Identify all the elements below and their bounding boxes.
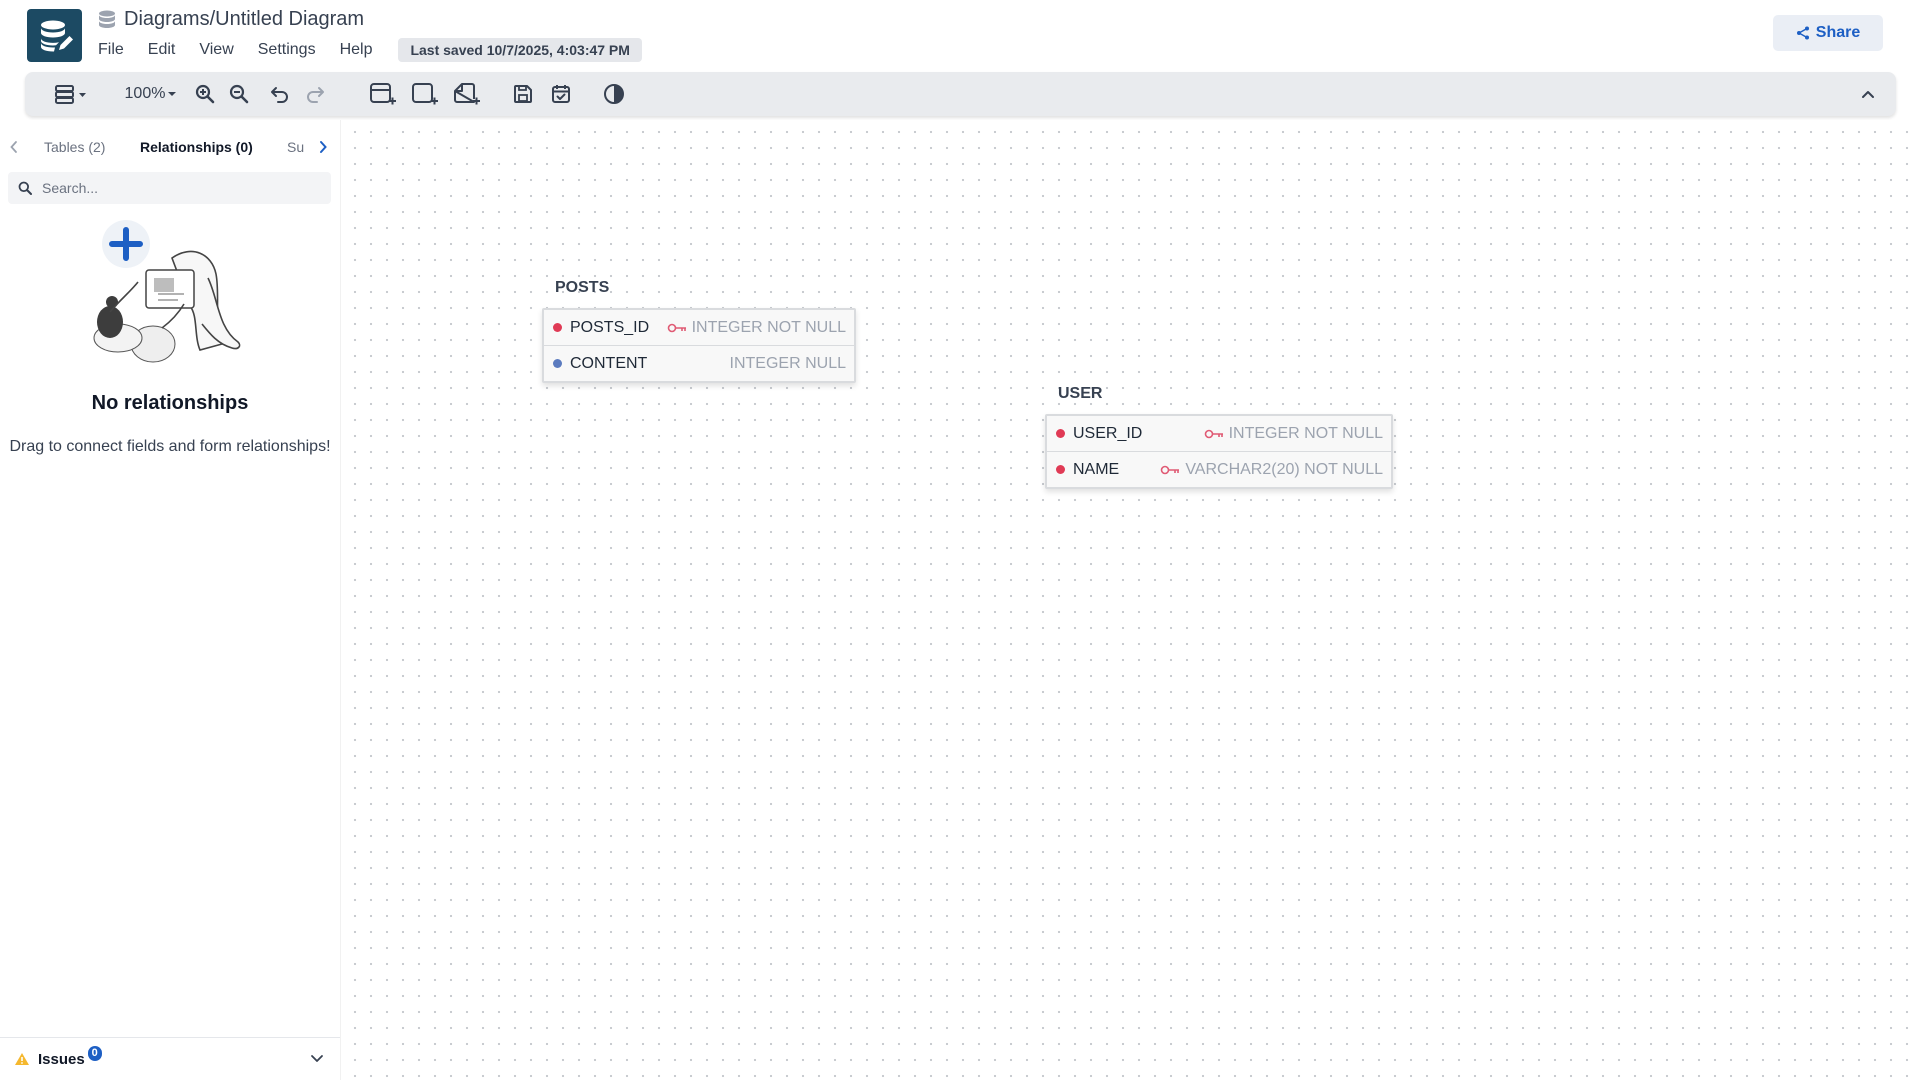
chevron-left-icon — [10, 141, 17, 153]
issues-count-badge: 0 — [87, 1045, 102, 1061]
database-edit-icon — [40, 20, 73, 51]
empty-state-illustration — [93, 220, 241, 363]
field-dot[interactable] — [1056, 465, 1065, 474]
field-name: USER_ID — [1073, 424, 1143, 442]
tab-relationships[interactable]: Relationships (0) — [140, 132, 253, 162]
header: Diagrams/Untitled Diagram File Edit View… — [0, 0, 1920, 70]
tab-subject-areas[interactable]: Su — [287, 132, 304, 162]
table-user[interactable]: USER_ID INTEGER NOT NULL NAME VARCHAR2(2… — [1045, 414, 1393, 489]
page-title[interactable]: Diagrams/Untitled Diagram — [124, 8, 364, 31]
search-input[interactable] — [40, 179, 324, 197]
menu-view[interactable]: View — [199, 38, 233, 62]
tabs-next-button[interactable] — [318, 132, 328, 162]
share-button-label: Share — [1815, 24, 1861, 41]
layout-button[interactable] — [51, 72, 91, 116]
menu-file[interactable]: File — [98, 38, 124, 62]
menu-edit[interactable]: Edit — [148, 38, 176, 62]
database-icon — [99, 10, 115, 28]
collapse-icon — [1862, 91, 1874, 98]
key-icon — [1204, 429, 1223, 438]
menu-bar: File Edit View Settings Help Last saved … — [98, 38, 642, 62]
redo-icon — [307, 87, 324, 103]
table-title-user[interactable]: USER — [1058, 385, 1102, 403]
zoom-out-icon — [229, 84, 249, 104]
issues-panel-toggle[interactable]: Issues 0 — [0, 1037, 340, 1080]
table-posts[interactable]: POSTS_ID INTEGER NOT NULL CONTENT INTEGE… — [542, 308, 856, 383]
sidebar: Tables (2) Relationships (0) Su No relat… — [0, 120, 341, 1080]
field-name: POSTS_ID — [570, 318, 650, 336]
field-dot[interactable] — [553, 359, 562, 368]
theme-toggle-button[interactable] — [599, 72, 629, 116]
chevron-right-icon — [320, 141, 327, 153]
undo-icon — [271, 87, 288, 103]
redo-button[interactable] — [301, 72, 329, 116]
layout-icon — [55, 85, 86, 104]
field-type: VARCHAR2(20) NOT NULL — [1185, 460, 1383, 478]
issues-label: Issues — [38, 1050, 85, 1068]
field-type: INTEGER NULL — [729, 354, 846, 372]
empty-state-title: No relationships — [91, 392, 249, 414]
share-icon — [1796, 26, 1809, 40]
table-field[interactable]: USER_ID INTEGER NOT NULL — [1047, 416, 1391, 451]
field-name: CONTENT — [570, 354, 648, 372]
search-box[interactable] — [8, 172, 331, 204]
collapse-toolbar-button[interactable] — [1854, 72, 1882, 116]
add-note-button[interactable] — [451, 72, 483, 116]
chevron-down-icon — [168, 92, 177, 96]
field-type: INTEGER NOT NULL — [691, 318, 846, 336]
zoom-select[interactable]: 100% — [121, 72, 181, 116]
add-note-icon — [454, 83, 480, 105]
field-dot[interactable] — [553, 323, 562, 332]
key-icon — [1161, 465, 1180, 474]
add-table-icon — [370, 83, 396, 105]
theme-icon — [604, 84, 624, 104]
last-saved-badge: Last saved 10/7/2025, 4:03:47 PM — [398, 38, 642, 62]
zoom-level: 100% — [124, 85, 166, 102]
search-icon — [18, 181, 32, 195]
zoom-in-icon — [195, 84, 215, 104]
undo-button[interactable] — [266, 72, 294, 116]
chevron-down-icon — [311, 1055, 323, 1062]
table-field[interactable]: CONTENT INTEGER NULL — [544, 345, 854, 381]
menu-help[interactable]: Help — [340, 38, 373, 62]
add-table-button[interactable] — [367, 72, 399, 116]
field-dot[interactable] — [1056, 429, 1065, 438]
warning-icon — [15, 1053, 29, 1065]
todo-icon — [552, 85, 570, 103]
field-name: NAME — [1073, 460, 1120, 478]
app-logo[interactable] — [27, 9, 82, 62]
share-button[interactable]: Share — [1773, 15, 1883, 51]
table-field[interactable]: POSTS_ID INTEGER NOT NULL — [544, 310, 854, 345]
tab-tables[interactable]: Tables (2) — [44, 132, 105, 162]
table-field[interactable]: NAME VARCHAR2(20) NOT NULL — [1047, 451, 1391, 487]
menu-settings[interactable]: Settings — [258, 38, 316, 62]
todo-button[interactable] — [547, 72, 575, 116]
save-icon — [514, 85, 532, 103]
diagram-canvas[interactable]: POSTS POSTS_ID INTEGER NOT NULL CONTENT … — [341, 120, 1920, 1080]
field-type: INTEGER NOT NULL — [1228, 424, 1383, 442]
zoom-in-button[interactable] — [191, 72, 219, 116]
zoom-out-button[interactable] — [225, 72, 253, 116]
key-icon — [667, 323, 686, 332]
table-title-posts[interactable]: POSTS — [555, 279, 609, 297]
toolbar: 100% — [25, 72, 1896, 116]
save-button[interactable] — [509, 72, 537, 116]
empty-state-description: Drag to connect fields and form relation… — [9, 438, 331, 455]
add-area-icon — [412, 83, 438, 105]
tabs-prev-button[interactable] — [9, 132, 19, 162]
sidebar-tabs: Tables (2) Relationships (0) Su — [0, 132, 340, 162]
add-area-button[interactable] — [409, 72, 441, 116]
